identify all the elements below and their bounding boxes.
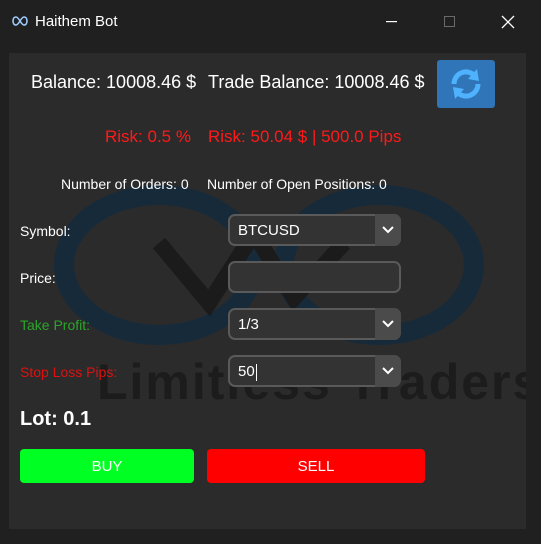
chevron-down-icon[interactable] bbox=[375, 355, 401, 387]
maximize-icon bbox=[444, 16, 455, 27]
window-title: Haithem Bot bbox=[35, 13, 118, 30]
symbol-value: BTCUSD bbox=[238, 222, 300, 239]
close-icon bbox=[501, 15, 515, 29]
app-window: Haithem Bot Limitless Traders Balance: 1… bbox=[0, 0, 541, 544]
stop-loss-value-wrap: 50 bbox=[238, 363, 257, 381]
stop-loss-label: Stop Loss Pips: bbox=[20, 364, 118, 380]
stop-loss-value: 50 bbox=[238, 363, 255, 380]
symbol-select[interactable]: BTCUSD bbox=[228, 214, 401, 246]
balance-label: Balance: 10008.46 $ bbox=[31, 72, 197, 92]
chevron-down-icon[interactable] bbox=[375, 214, 401, 246]
text-cursor bbox=[255, 363, 257, 381]
take-profit-select[interactable]: 1/3 bbox=[228, 308, 401, 340]
close-button[interactable] bbox=[479, 0, 537, 44]
chevron-down-icon[interactable] bbox=[375, 308, 401, 340]
sell-button[interactable]: SELL bbox=[207, 449, 425, 483]
refresh-button[interactable] bbox=[437, 60, 495, 108]
buy-button[interactable]: BUY bbox=[20, 449, 194, 483]
stop-loss-combobox[interactable]: 50 bbox=[228, 355, 401, 387]
take-profit-label: Take Profit: bbox=[20, 317, 91, 333]
minimize-icon bbox=[386, 21, 397, 23]
orders-count-label: Number of Orders: 0 bbox=[61, 176, 189, 192]
main-panel: Limitless Traders Balance: 10008.46 $ Tr… bbox=[9, 53, 526, 529]
maximize-button[interactable] bbox=[421, 0, 479, 44]
take-profit-value: 1/3 bbox=[238, 316, 259, 333]
title-bar[interactable]: Haithem Bot bbox=[0, 0, 541, 44]
risk-amount-label: Risk: 50.04 $ | 500.0 Pips bbox=[208, 127, 402, 146]
open-positions-count-label: Number of Open Positions: 0 bbox=[207, 176, 387, 192]
refresh-icon bbox=[451, 69, 481, 99]
risk-percent-label: Risk: 0.5 % bbox=[105, 127, 191, 146]
lot-label: Lot: 0.1 bbox=[20, 408, 92, 430]
symbol-label: Symbol: bbox=[20, 223, 71, 239]
trade-balance-label: Trade Balance: 10008.46 $ bbox=[208, 72, 425, 92]
infinity-icon bbox=[11, 14, 29, 28]
price-input[interactable] bbox=[228, 261, 401, 293]
minimize-button[interactable] bbox=[363, 0, 421, 44]
price-label: Price: bbox=[20, 270, 56, 286]
